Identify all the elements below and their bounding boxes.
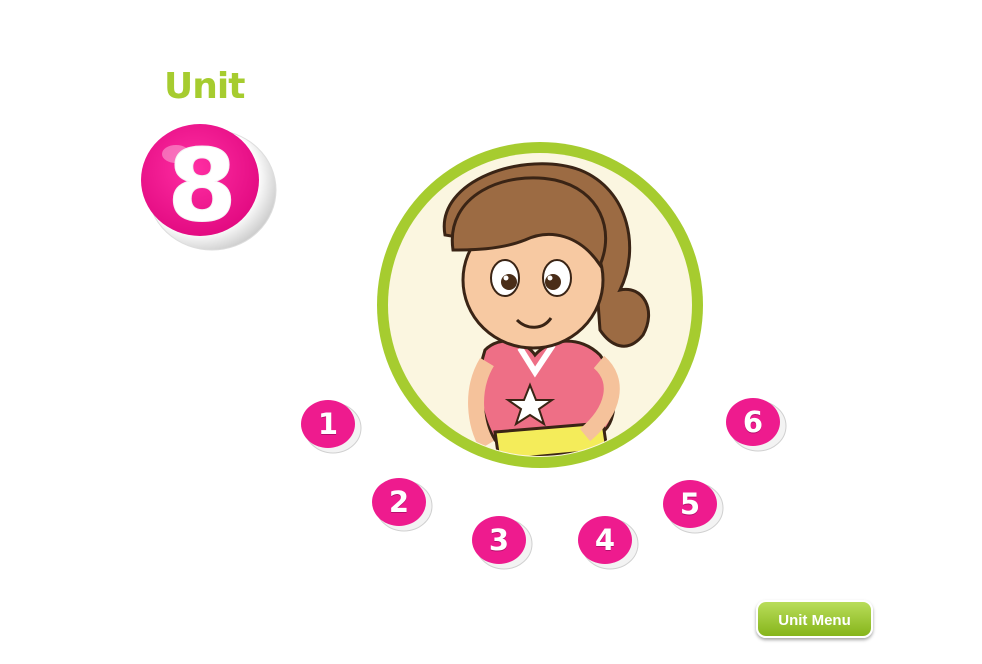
lesson-3-label: 3	[488, 523, 510, 557]
unit-menu-button[interactable]: Unit Menu	[756, 600, 873, 638]
unit-label: Unit	[164, 66, 245, 107]
lesson-1-button[interactable]: 1	[300, 398, 362, 454]
lesson-5-label: 5	[679, 487, 701, 521]
lesson-4-label: 4	[594, 523, 616, 557]
lesson-2-label: 2	[388, 485, 410, 519]
unit-number: 8	[167, 127, 237, 244]
lesson-1-label: 1	[317, 407, 339, 441]
lesson-4-button[interactable]: 4	[577, 514, 639, 570]
lesson-5-button[interactable]: 5	[662, 478, 724, 534]
lesson-6-button[interactable]: 6	[725, 396, 787, 452]
character-portrait	[375, 140, 705, 470]
lesson-3-button[interactable]: 3	[471, 514, 533, 570]
lesson-2-button[interactable]: 2	[371, 476, 433, 532]
unit-number-badge: 8	[136, 120, 278, 252]
lesson-6-label: 6	[742, 405, 764, 439]
